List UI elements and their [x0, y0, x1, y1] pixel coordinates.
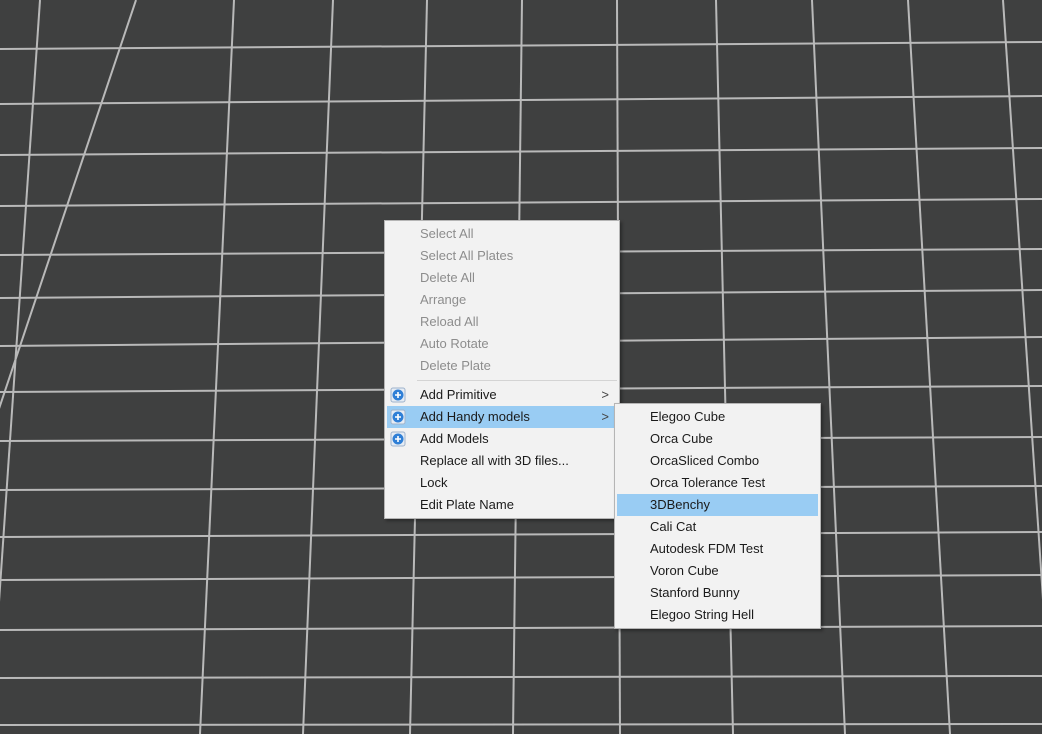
- context-menu-group-selection: Select All Select All Plates Delete All Arr…: [387, 223, 617, 377]
- menu-separator: [417, 380, 617, 381]
- menu-item-add-primitive[interactable]: Add Primitive >: [387, 384, 617, 406]
- menu-item-add-models[interactable]: Add Models: [387, 428, 617, 450]
- menu-item-label: Orca Tolerance Test: [650, 475, 766, 490]
- menu-item-orca-tolerance-test[interactable]: Orca Tolerance Test: [617, 472, 818, 494]
- menu-item-label: Autodesk FDM Test: [650, 541, 764, 556]
- menu-item-label: Add Models: [420, 431, 489, 446]
- menu-item-arrange: Arrange: [387, 289, 617, 311]
- menu-item-reload-all: Reload All: [387, 311, 617, 333]
- menu-item-stanford-bunny[interactable]: Stanford Bunny: [617, 582, 818, 604]
- context-menu: Select All Select All Plates Delete All Arr…: [384, 220, 620, 519]
- menu-item-label: Edit Plate Name: [420, 497, 514, 512]
- add-circle-icon: [390, 431, 406, 447]
- menu-item-cali-cat[interactable]: Cali Cat: [617, 516, 818, 538]
- context-menu-group-add: Add Primitive > Add Handy models > Add Model…: [387, 384, 617, 516]
- menu-item-label: Delete All: [420, 270, 475, 285]
- submenu-arrow-icon: >: [601, 409, 609, 424]
- menu-item-select-all: Select All: [387, 223, 617, 245]
- menu-item-elegoo-string-hell[interactable]: Elegoo String Hell: [617, 604, 818, 626]
- menu-item-label: Reload All: [420, 314, 479, 329]
- menu-item-label: Delete Plate: [420, 358, 491, 373]
- menu-item-select-all-plates: Select All Plates: [387, 245, 617, 267]
- menu-item-label: Voron Cube: [650, 563, 719, 578]
- menu-item-orca-cube[interactable]: Orca Cube: [617, 428, 818, 450]
- menu-item-add-handy-models[interactable]: Add Handy models >: [387, 406, 617, 428]
- menu-item-label: Elegoo String Hell: [650, 607, 755, 622]
- menu-item-label: 3DBenchy: [650, 497, 710, 512]
- menu-item-label: Select All Plates: [420, 248, 514, 263]
- menu-item-label: Auto Rotate: [420, 336, 489, 351]
- menu-item-label: OrcaSliced Combo: [650, 453, 760, 468]
- menu-item-label: Select All: [420, 226, 474, 241]
- menu-item-label: Add Primitive: [420, 387, 497, 402]
- menu-item-elegoo-cube[interactable]: Elegoo Cube: [617, 406, 818, 428]
- menu-item-replace-all-with-3d-files[interactable]: Replace all with 3D files...: [387, 450, 617, 472]
- menu-item-label: Lock: [420, 475, 448, 490]
- menu-item-autodesk-fdm-test[interactable]: Autodesk FDM Test: [617, 538, 818, 560]
- submenu-arrow-icon: >: [601, 387, 609, 402]
- handy-models-submenu: Elegoo Cube Orca Cube OrcaSliced Combo Orca…: [614, 403, 821, 629]
- add-circle-icon: [390, 409, 406, 425]
- menu-item-label: Cali Cat: [650, 519, 697, 534]
- menu-item-orcasliced-combo[interactable]: OrcaSliced Combo: [617, 450, 818, 472]
- menu-item-label: Stanford Bunny: [650, 585, 740, 600]
- menu-item-label: Orca Cube: [650, 431, 713, 446]
- menu-item-label: Add Handy models: [420, 409, 530, 424]
- menu-item-edit-plate-name[interactable]: Edit Plate Name: [387, 494, 617, 516]
- menu-item-label: Elegoo Cube: [650, 409, 726, 424]
- menu-item-auto-rotate: Auto Rotate: [387, 333, 617, 355]
- menu-item-delete-all: Delete All: [387, 267, 617, 289]
- menu-item-3dbenchy[interactable]: 3DBenchy: [617, 494, 818, 516]
- menu-item-label: Replace all with 3D files...: [420, 453, 569, 468]
- menu-item-voron-cube[interactable]: Voron Cube: [617, 560, 818, 582]
- menu-item-label: Arrange: [420, 292, 467, 307]
- menu-item-lock[interactable]: Lock: [387, 472, 617, 494]
- add-circle-icon: [390, 387, 406, 403]
- menu-item-delete-plate: Delete Plate: [387, 355, 617, 377]
